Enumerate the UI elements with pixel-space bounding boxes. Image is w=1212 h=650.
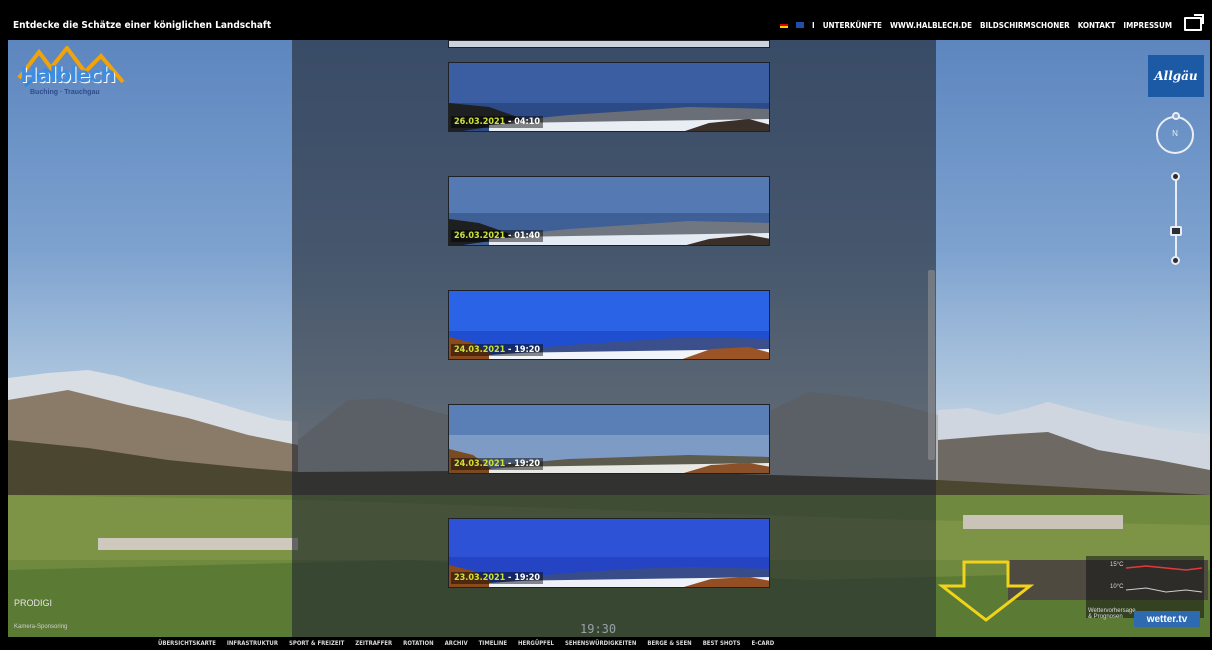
lang-separator: I (812, 20, 815, 30)
archive-thumbnail[interactable]: 24.03.2021 - 19:20 (448, 404, 770, 474)
zoom-out-icon[interactable] (1171, 256, 1180, 265)
bottom-nav-item[interactable]: SEHENSWÜRDIGKEITEN (565, 640, 636, 647)
bottom-nav-item[interactable]: ZEITRAFFER (355, 640, 392, 647)
bottom-nav-item[interactable]: SPORT & FREIZEIT (289, 640, 344, 647)
top-bar: Entdecke die Schätze einer königlichen L… (8, 10, 1210, 40)
thumbnail-timestamp: 23.03.2021 - 19:20 (451, 572, 544, 584)
bottom-nav-item[interactable]: BEST SHOTS (703, 640, 741, 647)
bottom-nav-item[interactable]: ROTATION (403, 640, 433, 647)
nav-halblech-website[interactable]: WWW.HALBLECH.DE (890, 21, 972, 30)
archive-thumbnail[interactable]: 24.03.2021 - 19:20 (448, 290, 770, 360)
bottom-nav-item[interactable]: TIMELINE (479, 640, 507, 647)
forecast-label: Wettervorhersage & Prognosen (1088, 608, 1136, 620)
nav-unterkuenfte[interactable]: UNTERKÜNFTE (823, 21, 882, 30)
thumbnail-timestamp: 26.03.2021 - 04:10 (451, 116, 544, 128)
zoom-in-icon[interactable] (1171, 172, 1180, 181)
bottom-nav-item[interactable]: ARCHIV (445, 640, 468, 647)
prodigi-caption: Kamera-Sponsoring (14, 624, 68, 630)
bottom-nav-item[interactable]: INFRASTRUKTUR (227, 640, 278, 647)
zoom-slider-handle[interactable] (1170, 226, 1182, 236)
tagline: Entdecke die Schätze einer königlichen L… (13, 19, 272, 31)
archive-thumbnail[interactable]: 23.03.2021 - 19:20 (448, 518, 770, 588)
bottom-nav-item[interactable]: ÜBERSICHTSKARTE (158, 640, 216, 647)
bottom-nav-item[interactable]: E-CARD (752, 640, 775, 647)
thumbnail-timestamp: 24.03.2021 - 19:20 (451, 458, 544, 470)
bottom-nav-item[interactable]: HERGÜPFEL (518, 640, 554, 647)
forecast-chart (1125, 565, 1203, 593)
halblech-logo-subtitle: Buching · Trauchgau (30, 89, 100, 96)
top-navigation: I UNTERKÜNFTE WWW.HALBLECH.DE BILDSCHIRM… (780, 10, 1172, 40)
webcam-viewer: Halblech Buching · Trauchgau Allgäu N PR… (0, 0, 1212, 650)
flag-en-icon[interactable] (796, 22, 804, 28)
archive-thumbnail-partial[interactable] (448, 40, 770, 48)
thumbnail-timestamp: 24.03.2021 - 19:20 (451, 344, 544, 356)
halblech-logo-text: Halblech (20, 63, 116, 87)
archive-scrollbar[interactable] (928, 270, 935, 460)
archive-thumbnail[interactable]: 26.03.2021 - 01:40 (448, 176, 770, 246)
prodigi-logo[interactable]: PRODIGI (14, 598, 52, 608)
weather-forecast-widget[interactable]: 15°C 10°C Wettervorhersage & Prognosen (1086, 556, 1204, 620)
bottom-nav-item[interactable]: BERGE & SEEN (647, 640, 691, 647)
compass-control[interactable]: N (1156, 112, 1194, 154)
down-arrow-icon (938, 560, 1034, 622)
nav-kontakt[interactable]: KONTAKT (1078, 21, 1116, 30)
current-time: 19:30 (580, 622, 617, 636)
compass-label: N (1172, 129, 1178, 138)
share-icon[interactable] (1184, 17, 1202, 31)
thumbnail-timestamp: 26.03.2021 - 01:40 (451, 230, 544, 242)
wetter-tv-logo[interactable]: wetter.tv (1134, 611, 1200, 627)
nav-impressum[interactable]: IMPRESSUM (1123, 21, 1172, 30)
compass-needle-icon (1172, 112, 1180, 120)
flag-de-icon[interactable] (780, 22, 788, 28)
archive-thumbnail[interactable]: 26.03.2021 - 04:10 (448, 62, 770, 132)
bottom-navigation: ÜBERSICHTSKARTE INFRASTRUKTUR SPORT & FR… (8, 637, 1210, 650)
nav-bildschirmschoner[interactable]: BILDSCHIRMSCHONER (980, 21, 1070, 30)
zoom-slider-track[interactable] (1175, 176, 1177, 260)
allgaeu-logo[interactable]: Allgäu (1148, 55, 1204, 97)
